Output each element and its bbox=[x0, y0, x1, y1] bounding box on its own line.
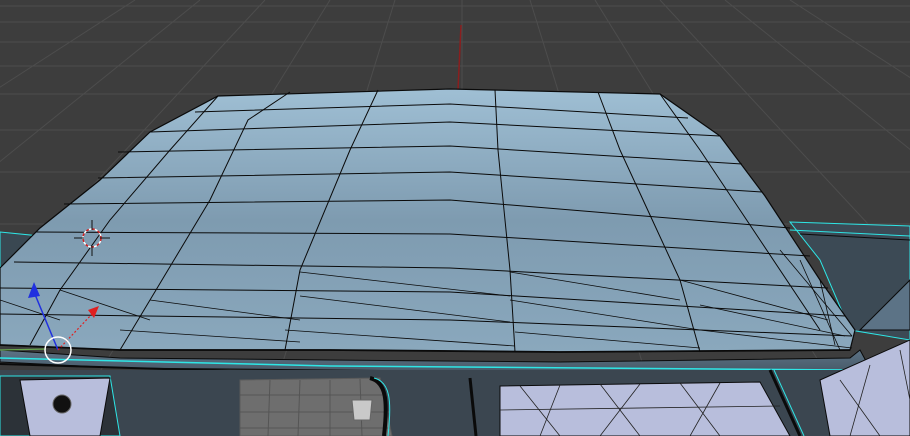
car-interior-underside bbox=[0, 339, 910, 436]
z-axis-line bbox=[457, 24, 462, 91]
3d-viewport[interactable] bbox=[0, 0, 910, 436]
roof-mesh[interactable] bbox=[0, 88, 856, 353]
